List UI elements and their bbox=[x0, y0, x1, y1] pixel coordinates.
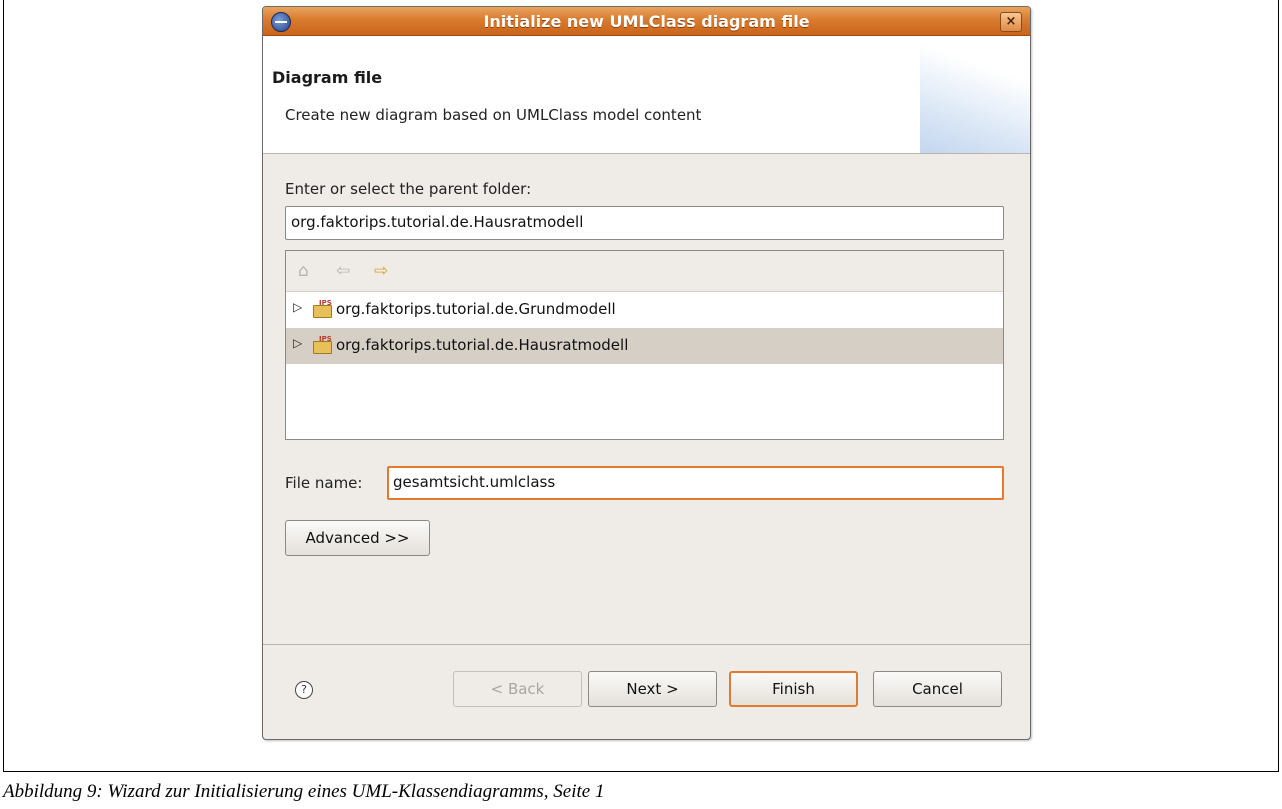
wizard-dialog: Initialize new UMLClass diagram file × D… bbox=[262, 6, 1031, 740]
tree-item-hausratmodell[interactable]: ▷ org.faktorips.tutorial.de.Hausratmodel… bbox=[286, 328, 1003, 364]
ips-project-folder-icon bbox=[313, 299, 332, 318]
tree-item-grundmodell[interactable]: ▷ org.faktorips.tutorial.de.Grundmodell bbox=[286, 292, 1003, 328]
forward-arrow-icon[interactable]: ⇨ bbox=[374, 261, 388, 281]
back-button[interactable]: < Back bbox=[453, 671, 582, 707]
page-description: Create new diagram based on UMLClass mod… bbox=[285, 106, 702, 124]
header-banner-graphic bbox=[920, 36, 1030, 153]
figure-caption: Abbildung 9: Wizard zur Initialisierung … bbox=[3, 781, 605, 802]
next-button[interactable]: Next > bbox=[588, 671, 717, 707]
expand-arrow-icon[interactable]: ▷ bbox=[293, 300, 302, 314]
page-title: Diagram file bbox=[272, 68, 383, 87]
folder-tree[interactable]: ⌂ ⇦ ⇨ ▷ org.faktorips.tutorial.de.Grundm… bbox=[285, 250, 1004, 440]
back-arrow-icon[interactable]: ⇦ bbox=[336, 261, 350, 281]
advanced-button[interactable]: Advanced >> bbox=[285, 520, 430, 556]
help-icon[interactable]: ? bbox=[295, 681, 313, 699]
parent-folder-input[interactable]: org.faktorips.tutorial.de.Hausratmodell bbox=[285, 206, 1004, 240]
file-name-input[interactable]: gesamtsicht.umlclass bbox=[387, 466, 1004, 500]
close-button[interactable]: × bbox=[1000, 12, 1022, 32]
tree-item-label: org.faktorips.tutorial.de.Grundmodell bbox=[336, 300, 616, 318]
ips-project-folder-icon bbox=[313, 335, 332, 354]
tree-item-label: org.faktorips.tutorial.de.Hausratmodell bbox=[336, 336, 629, 354]
tree-toolbar: ⌂ ⇦ ⇨ bbox=[286, 251, 1003, 292]
wizard-header: Diagram file Create new diagram based on… bbox=[263, 36, 1030, 154]
parent-folder-label: Enter or select the parent folder: bbox=[285, 180, 532, 198]
window-title: Initialize new UMLClass diagram file bbox=[483, 12, 810, 31]
file-name-label: File name: bbox=[285, 474, 363, 492]
title-bar[interactable]: Initialize new UMLClass diagram file × bbox=[263, 7, 1030, 36]
cancel-button[interactable]: Cancel bbox=[873, 671, 1002, 707]
home-icon[interactable]: ⌂ bbox=[298, 261, 309, 281]
finish-button[interactable]: Finish bbox=[729, 671, 858, 707]
expand-arrow-icon[interactable]: ▷ bbox=[293, 336, 302, 350]
button-bar-separator bbox=[263, 644, 1030, 645]
